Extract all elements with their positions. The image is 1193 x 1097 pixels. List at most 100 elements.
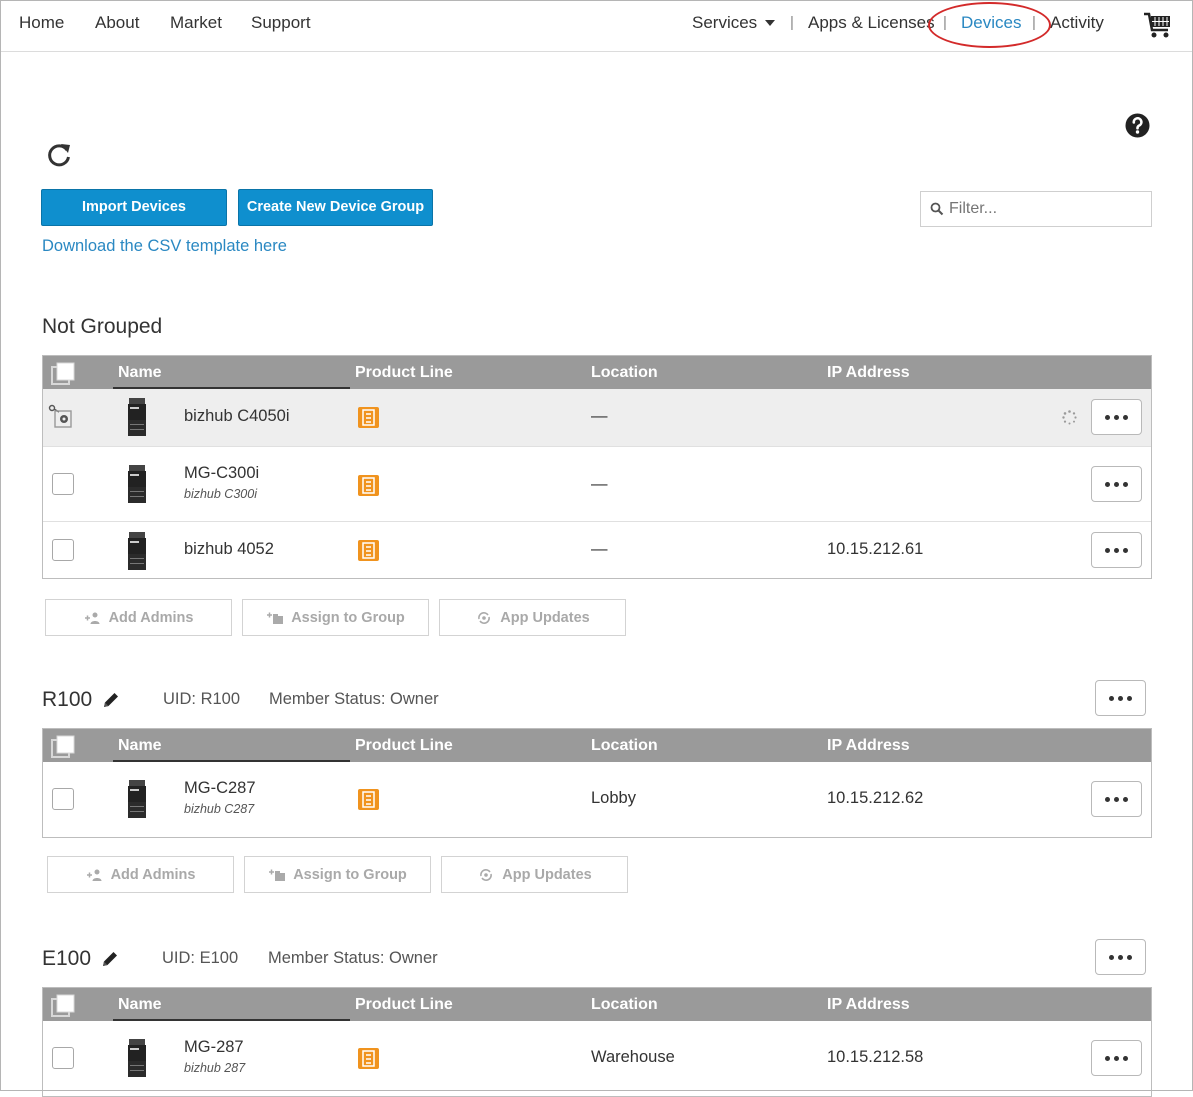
product-line-icon (358, 475, 379, 496)
nav-about[interactable]: About (95, 13, 139, 33)
column-header-product-line[interactable]: Product Line (355, 737, 453, 755)
table-row[interactable]: MG-C300i bizhub C300i — (43, 446, 1151, 521)
nav-support[interactable]: Support (251, 13, 311, 33)
device-name[interactable]: MG-287 (184, 1038, 244, 1057)
create-device-group-button[interactable]: Create New Device Group (238, 189, 433, 226)
member-status: Member Status: Owner (268, 949, 438, 967)
printer-icon (128, 398, 146, 436)
assign-to-group-label: Assign to Group (291, 609, 405, 626)
device-location: — (591, 407, 608, 425)
column-header-name[interactable]: Name (118, 364, 162, 382)
nav-services[interactable]: Services (692, 13, 776, 33)
nav-apps-licenses[interactable]: Apps & Licenses (808, 13, 935, 33)
row-checkbox[interactable] (52, 788, 74, 810)
group-title: E100 (42, 947, 92, 970)
nav-home[interactable]: Home (19, 13, 64, 33)
group-title: R100 (42, 688, 93, 711)
column-header-ip-address[interactable]: IP Address (827, 737, 910, 755)
device-location: Warehouse (591, 1048, 675, 1066)
app-updates-label: App Updates (502, 866, 592, 883)
row-more-button[interactable] (1091, 1040, 1142, 1076)
row-checkbox[interactable] (52, 1047, 74, 1069)
nav-market[interactable]: Market (170, 13, 222, 33)
loading-spinner-icon (1062, 410, 1077, 425)
add-admins-icon (86, 869, 102, 881)
add-admins-label: Add Admins (110, 866, 196, 883)
group-more-button[interactable] (1095, 680, 1146, 716)
nav-activity[interactable]: Activity (1050, 13, 1104, 33)
app-updates-icon (480, 868, 493, 881)
table-row[interactable]: MG-C287 bizhub C287 Lobby 10.15.212.62 (43, 762, 1151, 837)
printer-icon (128, 465, 146, 503)
app-updates-icon (478, 611, 491, 624)
column-header-product-line[interactable]: Product Line (355, 996, 453, 1014)
group-title: Not Grouped (42, 315, 163, 338)
add-admins-button[interactable]: Add Admins (47, 856, 234, 893)
pencil-icon[interactable] (101, 950, 119, 968)
column-header-ip-address[interactable]: IP Address (827, 364, 910, 382)
product-line-icon (358, 789, 379, 810)
assign-group-icon (269, 869, 286, 881)
device-model: bizhub 287 (184, 1061, 246, 1075)
group-uid: UID: E100 (162, 949, 239, 967)
device-name[interactable]: MG-C287 (184, 779, 256, 798)
group-uid: UID: R100 (163, 690, 241, 708)
group-more-button[interactable] (1095, 939, 1146, 975)
column-header-product-line[interactable]: Product Line (355, 364, 453, 382)
cart-icon[interactable] (1143, 11, 1173, 39)
table-row[interactable]: bizhub 4052 — 10.15.212.61 (43, 521, 1151, 578)
table-row[interactable]: MG-287 bizhub 287 Warehouse 10.15.212.58 (43, 1021, 1151, 1096)
device-name[interactable]: bizhub 4052 (184, 540, 274, 559)
printer-icon (128, 532, 146, 570)
member-status: Member Status: Owner (269, 690, 439, 708)
printer-icon (128, 1039, 146, 1077)
device-location: — (591, 475, 608, 493)
device-name[interactable]: bizhub C4050i (184, 407, 290, 426)
row-more-button[interactable] (1091, 781, 1142, 817)
pencil-icon[interactable] (102, 691, 120, 709)
device-ip: 10.15.212.62 (827, 789, 924, 807)
device-table: Name Product Line Location IP Address MG… (42, 728, 1152, 838)
column-header-name[interactable]: Name (118, 996, 162, 1014)
product-line-icon (358, 540, 379, 561)
select-all-checkbox[interactable] (51, 362, 75, 386)
question-circle-icon[interactable] (1125, 113, 1150, 138)
device-location: — (591, 540, 608, 558)
column-header-ip-address[interactable]: IP Address (827, 996, 910, 1014)
nav-services-label: Services (692, 13, 758, 32)
table-header: Name Product Line Location IP Address (43, 729, 1151, 762)
add-admins-icon (84, 612, 100, 624)
nav-separator: | (790, 14, 794, 31)
table-row[interactable]: bizhub C4050i — (43, 389, 1151, 446)
device-name[interactable]: MG-C300i (184, 464, 259, 483)
csv-template-link[interactable]: Download the CSV template here (42, 237, 287, 256)
column-header-location[interactable]: Location (591, 364, 658, 382)
assign-to-group-button[interactable]: Assign to Group (242, 599, 429, 636)
printer-icon (128, 780, 146, 818)
search-icon (930, 202, 944, 216)
import-devices-button[interactable]: Import Devices (41, 189, 227, 226)
add-admins-label: Add Admins (108, 609, 194, 626)
select-all-checkbox[interactable] (51, 735, 75, 759)
refresh-icon[interactable] (45, 141, 73, 169)
assign-to-group-button[interactable]: Assign to Group (244, 856, 431, 893)
row-more-button[interactable] (1091, 466, 1142, 502)
row-more-button[interactable] (1091, 399, 1142, 435)
app-updates-button[interactable]: App Updates (439, 599, 626, 636)
app-updates-button[interactable]: App Updates (441, 856, 628, 893)
row-more-button[interactable] (1091, 532, 1142, 568)
column-header-location[interactable]: Location (591, 996, 658, 1014)
select-all-checkbox[interactable] (51, 994, 75, 1018)
table-header: Name Product Line Location IP Address (43, 356, 1151, 389)
device-ip: 10.15.212.61 (827, 540, 924, 558)
app-updates-label: App Updates (500, 609, 590, 626)
filter-input[interactable] (920, 191, 1152, 227)
row-checkbox[interactable] (52, 473, 74, 495)
column-header-location[interactable]: Location (591, 737, 658, 755)
row-checkbox[interactable] (52, 539, 74, 561)
column-header-name[interactable]: Name (118, 737, 162, 755)
product-line-icon (358, 407, 379, 428)
device-config-icon (48, 404, 72, 428)
device-ip: 10.15.212.58 (827, 1048, 924, 1066)
add-admins-button[interactable]: Add Admins (45, 599, 232, 636)
